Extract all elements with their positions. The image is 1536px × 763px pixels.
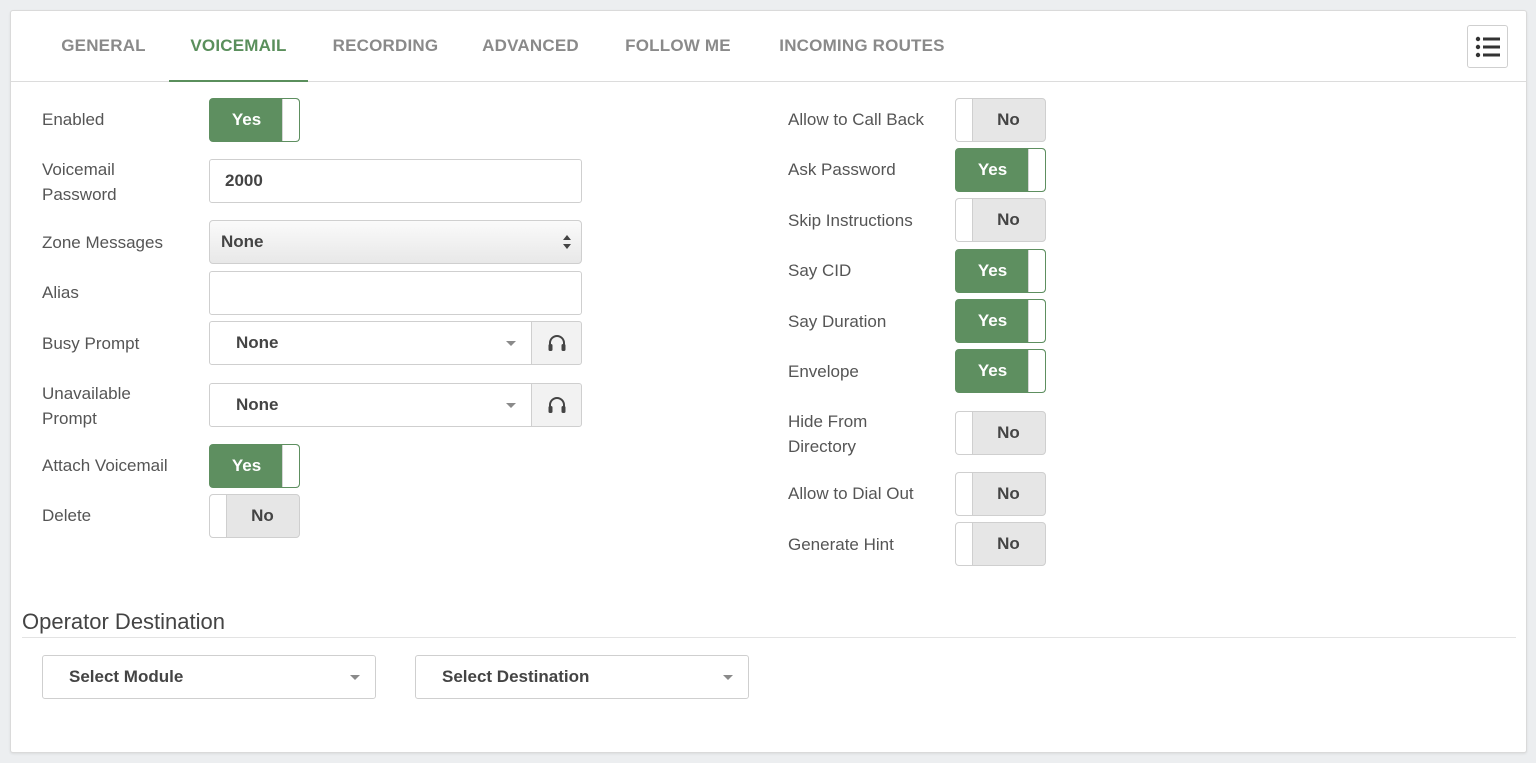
- hide-from-directory-label-line2: Directory: [788, 437, 857, 456]
- toggle-knob: [956, 473, 973, 515]
- toggle-knob: [956, 523, 973, 565]
- zone-messages-select[interactable]: None: [209, 220, 582, 264]
- hide-from-directory-label: Hide From Directory: [788, 409, 867, 459]
- tab-recording[interactable]: RECORDING: [321, 11, 450, 82]
- unavailable-prompt-value: None: [236, 395, 279, 414]
- say-cid-toggle[interactable]: Yes: [955, 249, 1046, 293]
- unavailable-prompt-select[interactable]: None: [209, 383, 532, 427]
- zone-messages-label: Zone Messages: [42, 233, 163, 252]
- tab-bar: GENERAL VOICEMAIL RECORDING ADVANCED FOL…: [11, 11, 1526, 82]
- enabled-toggle[interactable]: Yes: [209, 98, 300, 142]
- envelope-toggle[interactable]: Yes: [955, 349, 1046, 393]
- allow-call-back-label: Allow to Call Back: [788, 110, 925, 129]
- alias-label: Alias: [42, 283, 79, 302]
- allow-dial-out-toggle-state: No: [997, 484, 1020, 503]
- unavailable-prompt-play-button[interactable]: [531, 383, 582, 427]
- alias-input[interactable]: [209, 271, 582, 315]
- headphones-icon: [548, 335, 565, 351]
- tab-incoming-routes[interactable]: INCOMING ROUTES: [765, 11, 959, 82]
- enabled-label: Enabled: [42, 110, 105, 129]
- generate-hint-label: Generate Hint: [788, 535, 894, 554]
- skip-instructions-toggle-state: No: [997, 210, 1020, 229]
- delete-label: Delete: [42, 506, 92, 525]
- toggle-knob: [210, 495, 227, 537]
- delete-toggle-state: No: [251, 506, 274, 525]
- voicemail-password-label-line2: Password: [42, 185, 117, 204]
- hide-from-directory-toggle[interactable]: No: [955, 411, 1046, 455]
- toggle-knob: [282, 99, 299, 141]
- list-icon: [1475, 36, 1500, 57]
- toggle-knob: [1028, 149, 1045, 191]
- operator-destination-title: Operator Destination: [22, 609, 225, 634]
- tab-general[interactable]: GENERAL: [45, 11, 162, 82]
- busy-prompt-play-button[interactable]: [531, 321, 582, 365]
- tab-voicemail[interactable]: VOICEMAIL: [169, 11, 308, 82]
- allow-dial-out-label: Allow to Dial Out: [788, 484, 914, 503]
- envelope-toggle-state: Yes: [977, 361, 1008, 380]
- select-destination-value: Select Destination: [442, 667, 590, 686]
- tab-follow-me[interactable]: FOLLOW ME: [614, 11, 742, 82]
- unavailable-prompt-label-line2: Prompt: [42, 409, 97, 428]
- attach-voicemail-toggle-state: Yes: [231, 456, 262, 475]
- hide-from-directory-label-line1: Hide From: [788, 412, 868, 431]
- extension-settings-panel: GENERAL VOICEMAIL RECORDING ADVANCED FOL…: [10, 10, 1527, 753]
- ask-password-label: Ask Password: [788, 160, 896, 179]
- say-duration-toggle-state: Yes: [977, 311, 1008, 330]
- voicemail-password-label: Voicemail Password: [42, 157, 117, 207]
- busy-prompt-select[interactable]: None: [209, 321, 532, 365]
- toggle-knob: [956, 199, 973, 241]
- menu-button[interactable]: [1467, 25, 1508, 68]
- attach-voicemail-toggle[interactable]: Yes: [209, 444, 300, 488]
- allow-call-back-toggle[interactable]: No: [955, 98, 1046, 142]
- say-cid-toggle-state: Yes: [977, 261, 1008, 280]
- toggle-knob: [956, 412, 973, 454]
- ask-password-toggle[interactable]: Yes: [955, 148, 1046, 192]
- voicemail-password-label-line1: Voicemail: [42, 160, 115, 179]
- chevron-down-icon: [350, 675, 360, 680]
- select-destination-dropdown[interactable]: Select Destination: [415, 655, 749, 699]
- toggle-knob: [1028, 300, 1045, 342]
- say-duration-toggle[interactable]: Yes: [955, 299, 1046, 343]
- toggle-knob: [1028, 350, 1045, 392]
- busy-prompt-value: None: [236, 333, 279, 352]
- zone-messages-value: None: [221, 232, 264, 251]
- chevron-down-icon: [723, 675, 733, 680]
- enabled-toggle-state: Yes: [231, 110, 262, 129]
- toggle-knob: [282, 445, 299, 487]
- tab-advanced[interactable]: ADVANCED: [473, 11, 588, 82]
- unavailable-prompt-label: Unavailable Prompt: [42, 381, 131, 431]
- attach-voicemail-label: Attach Voicemail: [42, 456, 168, 475]
- generate-hint-toggle-state: No: [997, 534, 1020, 553]
- select-module-dropdown[interactable]: Select Module: [42, 655, 376, 699]
- voicemail-password-input[interactable]: [209, 159, 582, 203]
- hide-from-directory-toggle-state: No: [997, 423, 1020, 442]
- toggle-knob: [956, 99, 973, 141]
- headphones-icon: [548, 397, 565, 413]
- chevron-down-icon: [506, 341, 516, 346]
- allow-dial-out-toggle[interactable]: No: [955, 472, 1046, 516]
- generate-hint-toggle[interactable]: No: [955, 522, 1046, 566]
- unavailable-prompt-label-line1: Unavailable: [42, 384, 131, 403]
- delete-toggle[interactable]: No: [209, 494, 300, 538]
- say-cid-label: Say CID: [788, 261, 852, 280]
- allow-call-back-toggle-state: No: [997, 110, 1020, 129]
- ask-password-toggle-state: Yes: [977, 160, 1008, 179]
- chevron-down-icon: [506, 403, 516, 408]
- say-duration-label: Say Duration: [788, 312, 887, 331]
- select-module-value: Select Module: [69, 667, 184, 686]
- updown-arrows-icon: [563, 235, 571, 249]
- section-divider: [22, 637, 1516, 638]
- skip-instructions-toggle[interactable]: No: [955, 198, 1046, 242]
- skip-instructions-label: Skip Instructions: [788, 211, 913, 230]
- toggle-knob: [1028, 250, 1045, 292]
- busy-prompt-label: Busy Prompt: [42, 334, 140, 353]
- envelope-label: Envelope: [788, 362, 859, 381]
